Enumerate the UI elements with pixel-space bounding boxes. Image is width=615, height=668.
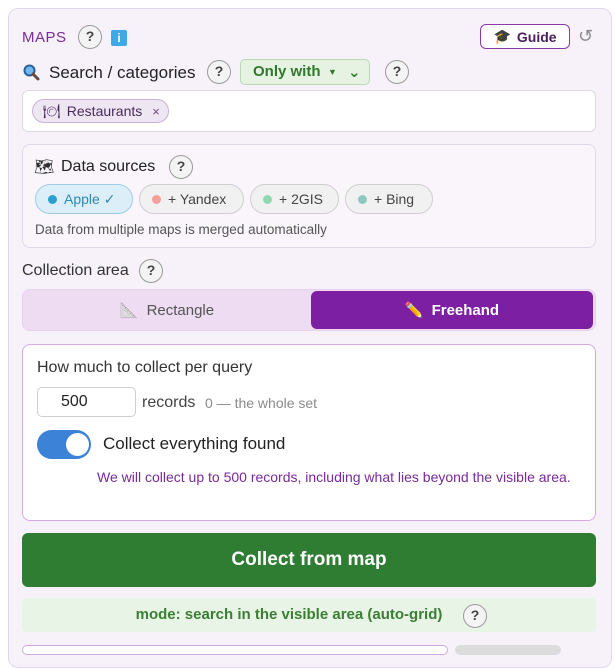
maps-title: MAPS — [22, 29, 67, 46]
area-option-label: Rectangle — [146, 301, 215, 319]
per-query-label: How much to collect per query — [37, 359, 253, 376]
collection-area-title: Collection area — [22, 262, 129, 279]
search-categories-title: Search / categories — [49, 63, 196, 82]
source-chip-2gis[interactable]: + 2GIS — [250, 184, 339, 214]
source-chip-label: + Bing — [374, 191, 415, 207]
guide-button-label: Guide — [516, 28, 557, 45]
guide-button[interactable]: 🎓 Guide — [480, 24, 570, 49]
collect-all-label: Collect everything found — [103, 434, 286, 453]
source-chip-label: Apple ✓ — [64, 190, 116, 207]
whole-set-hint: 0 — the whole set — [205, 395, 318, 411]
bottom-button[interactable] — [455, 645, 561, 655]
tag-label: Restaurants — [66, 103, 143, 119]
plate-icon: 🍽 — [43, 102, 61, 119]
source-chip-label: + Yandex — [168, 191, 227, 207]
collect-from-map-button[interactable]: Collect from map — [22, 533, 596, 587]
category-tag-restaurants[interactable]: 🍽 Restaurants × — [32, 99, 169, 123]
collect-all-toggle[interactable] — [37, 430, 91, 459]
info-icon[interactable]: i — [111, 30, 127, 46]
area-option-freehand[interactable]: ✏️ Freehand — [311, 291, 593, 329]
only-with-label: Only with — [253, 63, 321, 80]
chevron-down-icon: ⌄ — [348, 64, 361, 81]
triangle-ruler-icon: 📐 — [119, 302, 139, 319]
graduation-cap-icon: 🎓 — [493, 28, 511, 44]
data-sources-title: Data sources — [61, 158, 156, 175]
source-chip-bing[interactable]: + Bing — [345, 184, 433, 214]
search-help-icon[interactable]: ? — [207, 60, 231, 84]
bottom-input[interactable] — [22, 645, 448, 655]
caret-down-icon: ▼ — [328, 67, 337, 77]
source-chip-yandex[interactable]: + Yandex — [139, 184, 244, 214]
maps-help-icon[interactable]: ? — [78, 25, 102, 49]
only-with-dropdown[interactable]: Only with ▼ ⌄ — [240, 59, 370, 85]
records-count-input[interactable]: 500 — [37, 387, 136, 417]
status-dot-icon — [48, 194, 57, 204]
reset-icon[interactable]: ↺ — [578, 26, 593, 47]
mode-status: mode: search in the visible area (auto-g… — [22, 598, 596, 632]
records-unit-label: records — [142, 394, 196, 411]
toggle-knob — [66, 433, 89, 456]
close-icon[interactable]: × — [152, 104, 160, 119]
status-dot-icon — [152, 194, 161, 204]
status-dot-icon — [263, 194, 272, 204]
mode-help-icon[interactable]: ? — [463, 604, 487, 628]
source-chip-apple[interactable]: Apple ✓ — [35, 184, 133, 214]
pencil-icon: ✏️ — [404, 302, 424, 319]
filter-help-icon[interactable]: ? — [385, 60, 409, 84]
source-chip-label: + 2GIS — [279, 191, 323, 207]
sources-note: Data from multiple maps is merged automa… — [35, 222, 327, 237]
world-map-icon: 🗺 — [34, 159, 55, 176]
area-option-label: Freehand — [431, 301, 500, 319]
collect-note: We will collect up to 500 records, inclu… — [97, 469, 571, 485]
area-help-icon[interactable]: ? — [139, 259, 163, 283]
status-dot-icon — [358, 194, 367, 204]
search-icon — [23, 64, 40, 81]
area-option-rectangle[interactable]: 📐 Rectangle — [24, 291, 310, 329]
sources-help-icon[interactable]: ? — [169, 155, 193, 179]
